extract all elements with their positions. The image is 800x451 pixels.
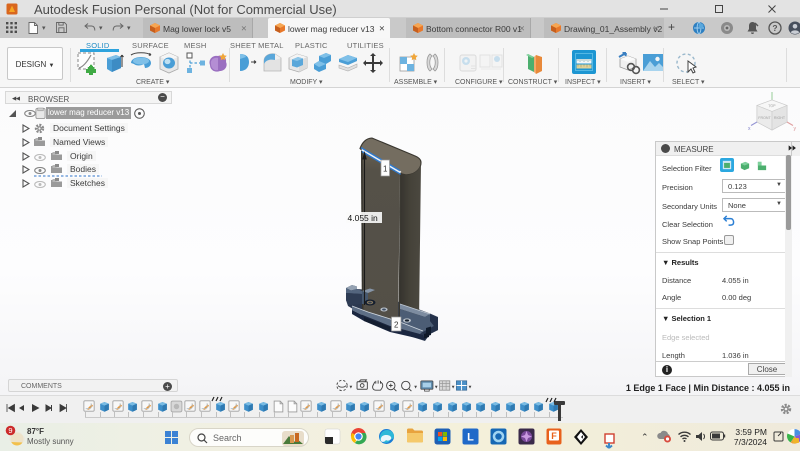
- svg-text:1: 1: [383, 165, 388, 174]
- svg-text:?: ?: [772, 23, 777, 33]
- svg-text:y: y: [794, 126, 797, 132]
- svg-text:▾: ▾: [469, 384, 472, 390]
- svg-text:4.055 in: 4.055 in: [348, 213, 379, 223]
- svg-text:▾: ▾: [414, 384, 417, 390]
- svg-text:9: 9: [8, 426, 12, 435]
- svg-text:▾: ▾: [452, 384, 455, 390]
- svg-text:L: L: [467, 432, 474, 444]
- svg-text:FRONT: FRONT: [758, 116, 771, 120]
- svg-text:F: F: [551, 431, 557, 441]
- svg-text:x: x: [748, 126, 751, 132]
- svg-text:▾: ▾: [435, 384, 438, 390]
- svg-text:▾: ▾: [350, 384, 353, 390]
- svg-text:RIGHT: RIGHT: [774, 116, 786, 120]
- svg-text:TOP: TOP: [768, 104, 776, 108]
- svg-text:2: 2: [394, 321, 399, 330]
